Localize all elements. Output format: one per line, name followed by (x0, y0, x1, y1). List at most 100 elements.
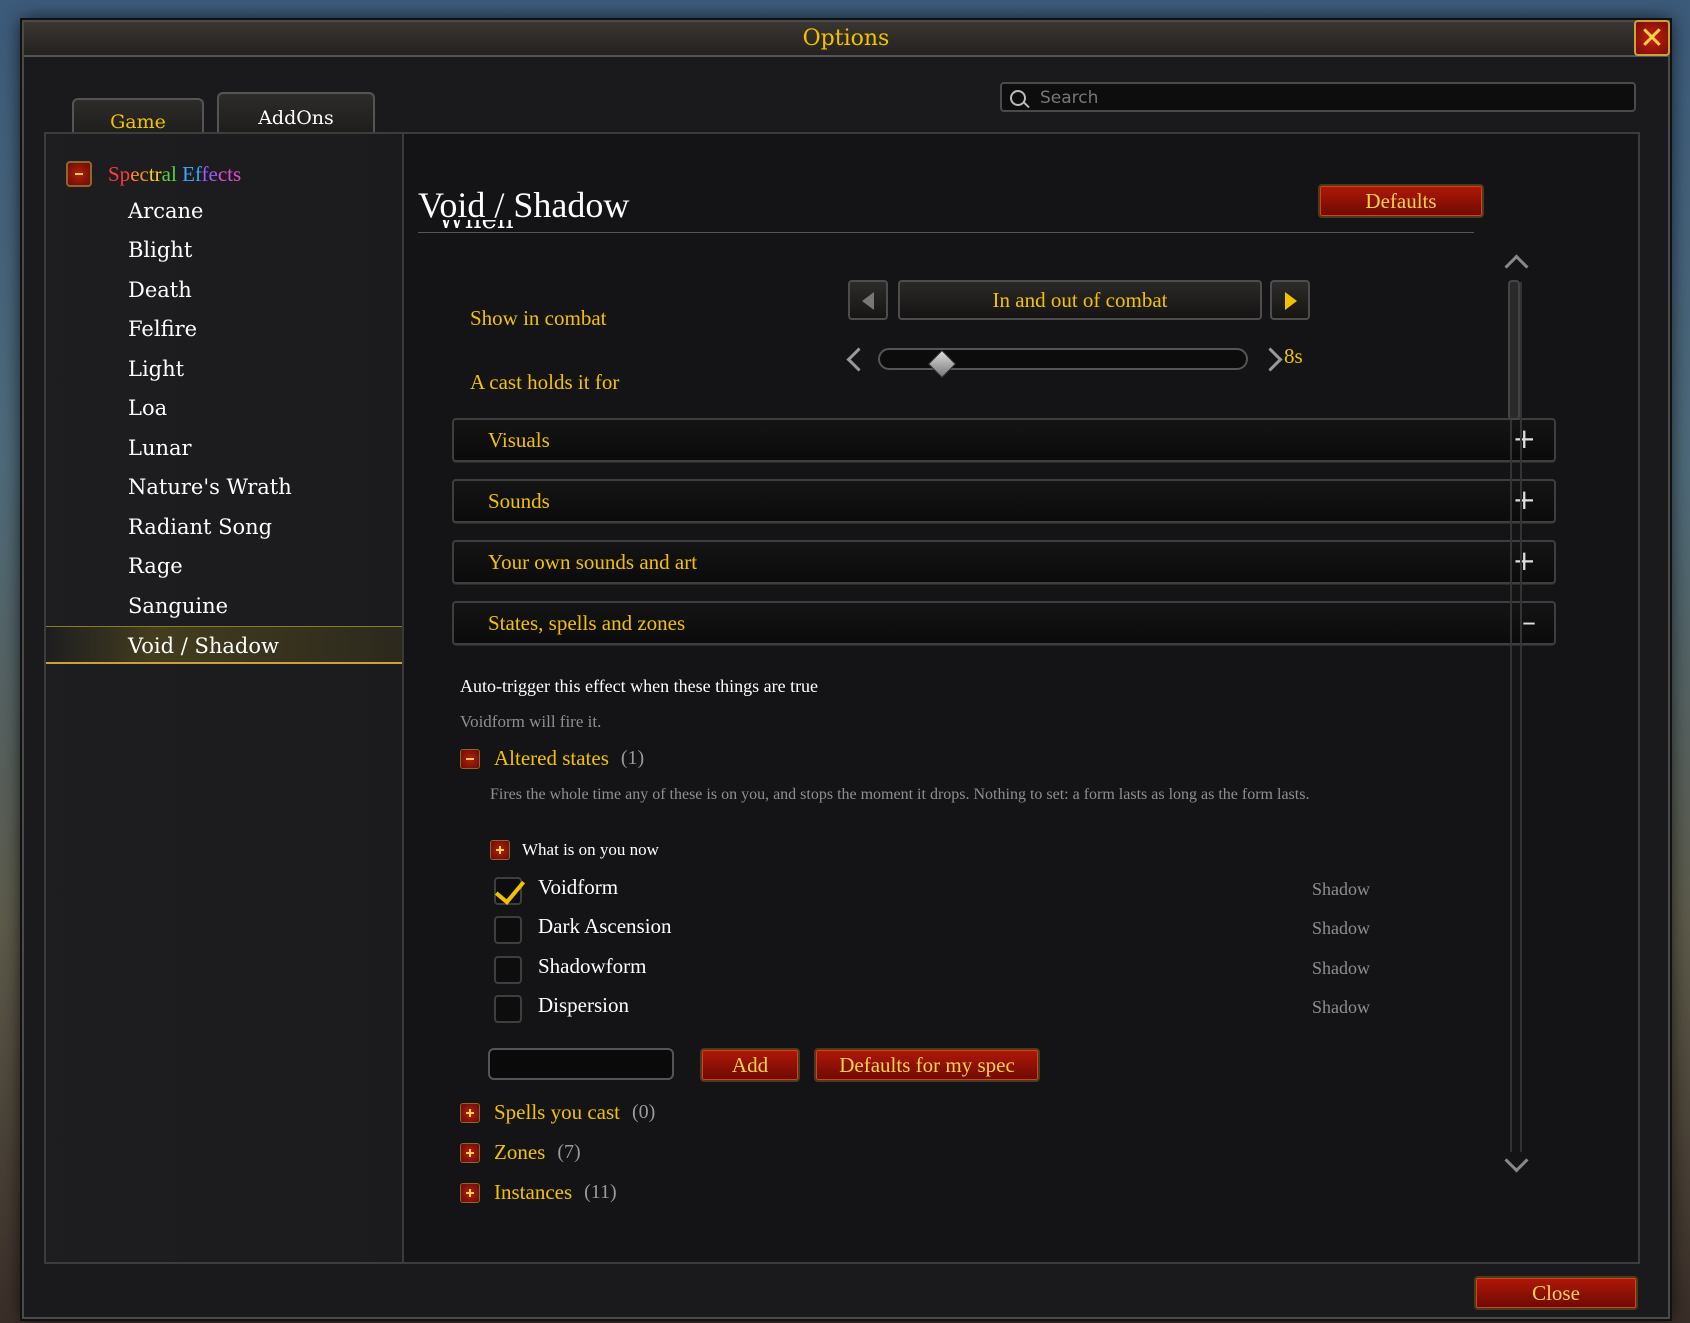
add-button[interactable]: Add (700, 1048, 800, 1082)
section-states-spells-zones[interactable]: States, spells and zones – (452, 601, 1556, 645)
next-option-button[interactable] (1270, 280, 1310, 320)
section-own-sounds-art[interactable]: Your own sounds and art + (452, 540, 1556, 584)
window-title: Options (802, 26, 890, 51)
category-label: Spectral Effects (108, 162, 241, 187)
scrollbar-thumb[interactable] (1508, 280, 1520, 420)
section-label: Visuals (488, 428, 550, 452)
sidebar-category-header[interactable]: Spectral Effects (66, 156, 241, 192)
sidebar-item-label: Blight (128, 238, 193, 262)
defaults-for-spec-button[interactable]: Defaults for my spec (814, 1048, 1040, 1082)
expand-icon[interactable] (460, 1142, 480, 1163)
cast-hold-slider[interactable] (878, 348, 1248, 379)
sidebar-item-rage[interactable]: Rage (46, 547, 402, 585)
state-row-shadowform: Shadowform Shadow (492, 952, 1372, 988)
settings-content: Void / Shadow Defaults When Show in comb… (404, 134, 1636, 1262)
collapse-icon[interactable] (66, 161, 92, 187)
group-label: Instances (494, 1180, 573, 1204)
scroll-down-icon[interactable] (1504, 1148, 1529, 1173)
zones-toggle[interactable]: Zones (7) (460, 1140, 581, 1165)
sidebar-item-sanguine[interactable]: Sanguine (46, 587, 402, 625)
collapse-icon[interactable] (460, 748, 480, 769)
section-sounds[interactable]: Sounds + (452, 479, 1556, 523)
sidebar-item-label: Light (128, 357, 185, 381)
title-divider (418, 232, 1474, 233)
category-label-part: cts (217, 161, 242, 186)
section-label: Sounds (488, 489, 550, 513)
sidebar-item-natures-wrath[interactable]: Nature's Wrath (46, 468, 402, 506)
sidebar-item-blight[interactable]: Blight (46, 231, 402, 269)
category-label-part: al (161, 161, 177, 186)
state-label: Dispersion (538, 993, 629, 1017)
cast-hold-label: A cast holds it for (470, 370, 620, 394)
group-label: Spells you cast (494, 1100, 620, 1124)
sidebar-item-void-shadow[interactable]: Void / Shadow (46, 626, 402, 664)
search-box (1000, 82, 1636, 112)
shadowform-checkbox[interactable] (494, 956, 522, 984)
sidebar-item-radiant-song[interactable]: Radiant Song (46, 508, 402, 546)
state-school: Shadow (1312, 918, 1370, 938)
category-label-part: Ef (182, 161, 202, 186)
close-x-icon[interactable]: ✕ (1634, 20, 1670, 56)
what-is-on-you-label: What is on you now (522, 840, 659, 859)
expand-icon[interactable] (490, 840, 510, 860)
expand-icon[interactable] (460, 1182, 480, 1203)
add-state-input[interactable] (488, 1048, 674, 1080)
collapse-icon: – (1522, 605, 1536, 638)
category-label-part: Sp (108, 161, 131, 186)
slider-decrease-icon[interactable] (846, 347, 871, 372)
section-visuals[interactable]: Visuals + (452, 418, 1556, 462)
section-label: States, spells and zones (488, 611, 686, 635)
sidebar-item-felfire[interactable]: Felfire (46, 310, 402, 348)
altered-states-count: (1) (620, 747, 645, 769)
category-label-part: ec (130, 161, 149, 186)
slider-thumb[interactable] (928, 349, 957, 379)
scroll-up-icon[interactable] (1504, 254, 1529, 279)
slider-increase-icon[interactable] (1258, 347, 1283, 372)
instances-toggle[interactable]: Instances (11) (460, 1180, 617, 1205)
slider-value: 8s (1284, 344, 1303, 368)
spells-you-cast-toggle[interactable]: Spells you cast (0) (460, 1100, 655, 1125)
options-window: Options ✕ Game AddOns Spectral Effects A… (22, 20, 1670, 1319)
sidebar-item-loa[interactable]: Loa (46, 389, 402, 427)
expand-icon[interactable] (460, 1102, 480, 1123)
state-label: Shadowform (538, 954, 647, 978)
altered-states-toggle[interactable]: Altered states (1) (460, 746, 644, 771)
sidebar-item-label: Void / Shadow (128, 634, 279, 658)
sidebar-item-death[interactable]: Death (46, 271, 402, 309)
title-bar[interactable]: Options (24, 22, 1668, 57)
sidebar-item-label: Nature's Wrath (128, 475, 292, 499)
options-panel: Spectral Effects Arcane Blight Death Fel… (44, 132, 1640, 1264)
section-label: Your own sounds and art (488, 550, 698, 574)
state-row-voidform: Voidform Shadow (492, 873, 1372, 909)
voidform-checkbox[interactable] (494, 873, 526, 905)
what-is-on-you-toggle[interactable]: What is on you now (490, 840, 659, 860)
combat-dropdown[interactable]: In and out of combat (898, 280, 1262, 320)
sidebar-item-label: Sanguine (128, 594, 229, 618)
defaults-button[interactable]: Defaults (1318, 184, 1484, 218)
previous-option-button[interactable] (848, 280, 888, 320)
group-count: (0) (632, 1101, 656, 1123)
sidebar-item-label: Death (128, 278, 192, 302)
sidebar-item-label: Felfire (128, 317, 198, 341)
tab-game-label: Game (110, 111, 166, 133)
sidebar-item-light[interactable]: Light (46, 350, 402, 388)
search-input[interactable] (1038, 84, 1632, 112)
sidebar-item-label: Lunar (128, 436, 192, 460)
sidebar: Spectral Effects Arcane Blight Death Fel… (46, 134, 404, 1262)
dark-ascension-checkbox[interactable] (494, 916, 522, 944)
state-school: Shadow (1312, 879, 1370, 899)
sidebar-item-label: Radiant Song (128, 515, 273, 539)
category-label-part: tr (148, 161, 162, 186)
voidform-note: Voidform will fire it. (460, 712, 602, 731)
tab-addons-label: AddOns (258, 107, 334, 129)
dispersion-checkbox[interactable] (494, 995, 522, 1023)
sidebar-item-label: Arcane (128, 199, 204, 223)
sidebar-item-arcane[interactable]: Arcane (46, 192, 402, 230)
auto-trigger-text: Auto-trigger this effect when these thin… (460, 676, 819, 696)
sidebar-item-lunar[interactable]: Lunar (46, 429, 402, 467)
close-button[interactable]: Close (1474, 1276, 1638, 1310)
sidebar-item-label: Rage (128, 554, 183, 578)
show-in-combat-label: Show in combat (470, 306, 607, 330)
group-count: (7) (557, 1141, 581, 1163)
state-label: Dark Ascension (538, 914, 672, 938)
